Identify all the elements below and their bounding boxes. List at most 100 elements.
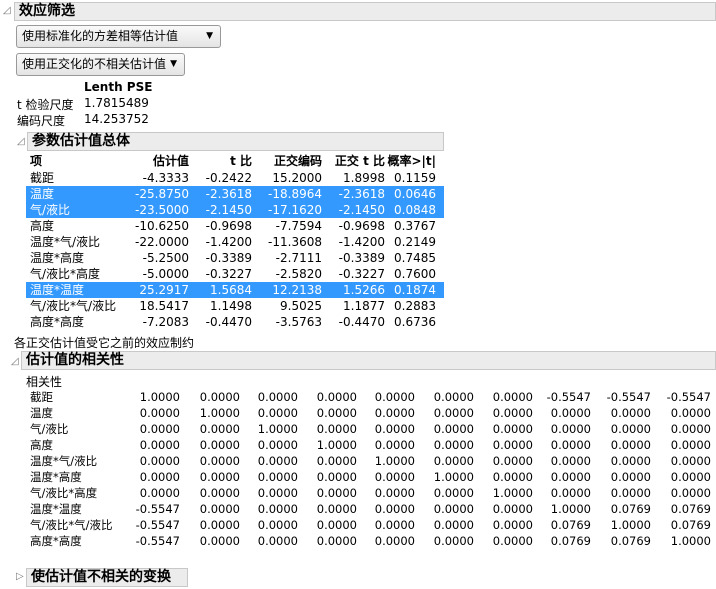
correlation-cell: 0.0000 (199, 390, 240, 404)
value-cell: 1.5266 (343, 283, 385, 297)
correlation-cell: 0.0000 (199, 486, 240, 500)
table-row[interactable]: 气/液比 -23.5000 -2.1450 -17.1620 -2.1450 0.0848 (26, 202, 444, 218)
correlation-cell: 0.0000 (199, 534, 240, 548)
value-cell: 0.7485 (394, 251, 436, 265)
column-header[interactable]: 概率>|t| (387, 153, 436, 169)
collapse-triangle-icon[interactable]: ◿ (11, 356, 21, 367)
term-cell: 截距 (30, 171, 55, 185)
correlation-cell: 0.0000 (433, 438, 474, 452)
value-cell: -3.5763 (275, 315, 322, 329)
correlation-cell: 0.0000 (257, 470, 298, 484)
correlation-cell: 0.0000 (374, 486, 415, 500)
column-header[interactable]: 正交 t 比 (335, 153, 385, 169)
table-row[interactable]: 气/液比*气/液比 18.5417 1.1498 9.5025 1.1877 0.2883 (26, 298, 444, 314)
correlation-cell: -0.5547 (135, 534, 180, 548)
value-cell: -2.7111 (275, 251, 322, 265)
column-header[interactable]: 正交编码 (274, 153, 322, 169)
correlation-cell: 0.0000 (316, 534, 357, 548)
correlation-cell: 0.0769 (550, 518, 591, 532)
table-row[interactable]: 温度*温度 25.2917 1.5684 12.2138 1.5266 0.1874 (26, 282, 444, 298)
table-row[interactable]: 高度 -10.6250 -0.9698 -7.7594 -0.9698 0.3767 (26, 218, 444, 234)
column-header[interactable]: 估计值 (153, 153, 189, 169)
correlation-row: 气/液比*气/液比 -0.5547 0.0000 0.0000 0.0000 0.0000… (0, 517, 716, 533)
value-cell: -0.3389 (205, 251, 252, 265)
correlation-cell: 0.0000 (492, 470, 533, 484)
value-cell: 0.0646 (394, 187, 436, 201)
variance-estimate-dropdown[interactable]: 使用标准化的方差相等估计值 ▼ (16, 25, 221, 48)
correlation-cell: 0.0000 (670, 486, 711, 500)
correlation-cell: 0.0769 (670, 502, 711, 516)
effect-screening-header[interactable]: 效应筛选 (14, 2, 716, 21)
correlation-cell: 0.0000 (316, 486, 357, 500)
table-row[interactable]: 气/液比*高度 -5.0000 -0.3227 -2.5820 -0.3227 0.760… (26, 266, 444, 282)
term-cell: 温度*高度 (30, 470, 82, 484)
value-cell: 0.0848 (394, 203, 436, 217)
correlation-cell: 0.0000 (257, 390, 298, 404)
correlation-cell: 0.0769 (550, 534, 591, 548)
correlation-cell: 0.0769 (670, 518, 711, 532)
column-header[interactable]: t 比 (230, 153, 252, 169)
correlation-row: 高度*高度 -0.5547 0.0000 0.0000 0.0000 0.0000 0.00… (0, 533, 716, 549)
correlation-cell: 0.0000 (492, 438, 533, 452)
correlation-cell: 0.0000 (670, 438, 711, 452)
correlation-label: 相关性 (26, 375, 63, 389)
table-row[interactable]: 温度 -25.8750 -2.3618 -18.8964 -2.3618 0.0646 (26, 186, 444, 202)
value-cell: -17.1620 (268, 203, 322, 217)
correlation-cell: 0.0000 (550, 438, 591, 452)
correlation-cell: -0.5547 (135, 518, 180, 532)
correlation-cell: 0.0000 (199, 454, 240, 468)
correlation-row: 气/液比*高度 0.0000 0.0000 0.0000 0.0000 0.0000 0.0… (0, 485, 716, 501)
table-row[interactable]: 截距 -4.3333 -0.2422 15.2000 1.8998 0.1159 (26, 170, 444, 186)
value-cell: -23.5000 (135, 203, 189, 217)
correlation-cell: 0.0000 (550, 406, 591, 420)
table-row[interactable]: 高度*高度 -7.2083 -0.4470 -3.5763 -0.4470 0.6736 (26, 314, 444, 330)
correlation-cell: 0.0000 (492, 518, 533, 532)
correlation-cell: 0.0000 (316, 406, 357, 420)
value-cell: -0.3227 (205, 267, 252, 281)
table-header-row[interactable]: 项 估计值 t 比 正交编码 正交 t 比概率>|t| (26, 153, 444, 169)
value-cell: 15.2000 (272, 171, 322, 185)
correlation-row: 温度*高度 0.0000 0.0000 0.0000 0.0000 0.0000 1.000… (0, 469, 716, 485)
term-cell: 高度 (30, 438, 53, 452)
orthogonal-estimate-dropdown[interactable]: 使用正交化的不相关估计值 ▼ (16, 53, 185, 76)
value-cell: 9.5025 (280, 299, 322, 313)
correlation-cell: 0.0000 (550, 422, 591, 436)
value-cell: -0.4470 (205, 315, 252, 329)
value-cell: -10.6250 (135, 219, 189, 233)
coded-scale-value: 14.253752 (84, 112, 149, 126)
term-cell: 温度*气/液比 (30, 235, 101, 249)
parameter-estimates-header[interactable]: 参数估计值总体 (27, 132, 444, 151)
correlation-cell: 0.0000 (670, 470, 711, 484)
term-cell: 温度*温度 (30, 283, 85, 297)
correlation-cell: 0.0000 (257, 518, 298, 532)
term-cell: 高度 (30, 219, 55, 233)
correlation-cell: 0.0000 (492, 406, 533, 420)
table-row[interactable]: 温度*气/液比 -22.0000 -1.4200 -11.3608 -1.4200 0.2… (26, 234, 444, 250)
correlation-cell: 0.0000 (316, 454, 357, 468)
collapse-triangle-icon[interactable]: ◿ (17, 136, 27, 147)
value-cell: 0.2883 (394, 299, 436, 313)
value-cell: -2.3618 (338, 187, 385, 201)
correlation-cell: 0.0000 (139, 438, 180, 452)
collapse-triangle-icon[interactable]: ◿ (3, 5, 13, 16)
estimate-correlation-header[interactable]: 估计值的相关性 (21, 351, 716, 370)
uncorrelated-transform-header[interactable]: 使估计值不相关的变换 (26, 568, 188, 587)
term-cell: 气/液比*气/液比 (30, 299, 117, 313)
value-cell: 18.5417 (139, 299, 189, 313)
correlation-cell: 0.0769 (610, 502, 651, 516)
term-cell: 气/液比 (30, 422, 69, 436)
correlation-cell: 0.0000 (550, 454, 591, 468)
column-header[interactable]: 项 (30, 153, 42, 169)
correlation-cell: 1.0000 (550, 502, 591, 516)
correlation-cell: 0.0000 (374, 406, 415, 420)
dropdown-label: 使用标准化的方差相等估计值 (22, 29, 179, 43)
correlation-cell: 0.0000 (139, 470, 180, 484)
value-cell: -5.0000 (142, 267, 189, 281)
correlation-cell: -0.5547 (135, 502, 180, 516)
correlation-cell: 0.0000 (670, 422, 711, 436)
term-cell: 温度 (30, 406, 53, 420)
table-row[interactable]: 温度*高度 -5.2500 -0.3389 -2.7111 -0.3389 0.7485 (26, 250, 444, 266)
coded-scale-label: 编码尺度 (17, 114, 66, 128)
value-cell: -22.0000 (135, 235, 189, 249)
expand-triangle-icon[interactable]: ▷ (16, 571, 26, 582)
